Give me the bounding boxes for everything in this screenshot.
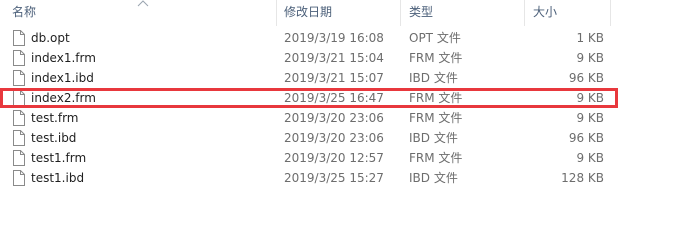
column-header-name[interactable]: 名称 bbox=[12, 0, 36, 26]
column-header-size-label: 大小 bbox=[533, 5, 558, 19]
file-type: FRM 文件 bbox=[409, 111, 463, 125]
file-type: OPT 文件 bbox=[409, 31, 461, 45]
blank-document-icon bbox=[13, 30, 25, 46]
file-type: IBD 文件 bbox=[409, 131, 458, 145]
file-modified-date: 2019/3/21 15:04 bbox=[284, 51, 384, 65]
file-size: 128 KB bbox=[561, 171, 604, 185]
blank-document-icon bbox=[13, 70, 25, 86]
blank-document-icon bbox=[13, 150, 25, 166]
file-type: IBD 文件 bbox=[409, 171, 458, 185]
column-divider[interactable] bbox=[610, 0, 611, 26]
column-divider[interactable] bbox=[400, 0, 401, 26]
column-header-date-label: 修改日期 bbox=[284, 5, 333, 19]
column-header-type-label: 类型 bbox=[409, 5, 434, 19]
column-divider[interactable] bbox=[524, 0, 525, 26]
file-name: test.ibd bbox=[31, 131, 77, 145]
file-size: 96 KB bbox=[568, 71, 604, 85]
sort-ascending-icon bbox=[137, 0, 149, 7]
column-header-size[interactable]: 大小 bbox=[533, 0, 557, 26]
file-size: 96 KB bbox=[568, 131, 604, 145]
blank-document-icon bbox=[13, 170, 25, 186]
file-size: 1 KB bbox=[576, 31, 604, 45]
file-row[interactable]: index1.ibd 2019/3/21 15:07 IBD 文件 96 KB bbox=[0, 68, 692, 88]
file-modified-date: 2019/3/25 15:27 bbox=[284, 171, 384, 185]
file-row[interactable]: index1.frm 2019/3/21 15:04 FRM 文件 9 KB bbox=[0, 48, 692, 68]
file-name: db.opt bbox=[31, 31, 70, 45]
file-modified-date: 2019/3/20 23:06 bbox=[284, 111, 384, 125]
file-name: test.frm bbox=[31, 111, 79, 125]
file-row[interactable]: test1.frm 2019/3/20 12:57 FRM 文件 9 KB bbox=[0, 148, 692, 168]
file-type: FRM 文件 bbox=[409, 51, 463, 65]
file-name: index1.ibd bbox=[31, 71, 94, 85]
file-size: 9 KB bbox=[576, 111, 604, 125]
file-row[interactable]: test.frm 2019/3/20 23:06 FRM 文件 9 KB bbox=[0, 108, 692, 128]
column-header-date[interactable]: 修改日期 bbox=[284, 0, 332, 26]
file-modified-date: 2019/3/19 16:08 bbox=[284, 31, 384, 45]
file-name: test1.ibd bbox=[31, 171, 85, 185]
column-divider[interactable] bbox=[276, 0, 277, 26]
file-row[interactable]: test1.ibd 2019/3/25 15:27 IBD 文件 128 KB bbox=[0, 168, 692, 188]
file-name: index1.frm bbox=[31, 51, 96, 65]
highlight-annotation-box bbox=[0, 88, 618, 108]
blank-document-icon bbox=[13, 130, 25, 146]
file-modified-date: 2019/3/21 15:07 bbox=[284, 71, 384, 85]
file-row[interactable]: test.ibd 2019/3/20 23:06 IBD 文件 96 KB bbox=[0, 128, 692, 148]
file-type: FRM 文件 bbox=[409, 151, 463, 165]
column-header-bar: 名称 修改日期 类型 大小 bbox=[0, 0, 692, 26]
file-name: test1.frm bbox=[31, 151, 87, 165]
file-size: 9 KB bbox=[576, 51, 604, 65]
blank-document-icon bbox=[13, 50, 25, 66]
file-type: IBD 文件 bbox=[409, 71, 458, 85]
blank-document-icon bbox=[13, 110, 25, 126]
file-modified-date: 2019/3/20 23:06 bbox=[284, 131, 384, 145]
file-row[interactable]: db.opt 2019/3/19 16:08 OPT 文件 1 KB bbox=[0, 28, 692, 48]
file-modified-date: 2019/3/20 12:57 bbox=[284, 151, 384, 165]
column-header-name-label: 名称 bbox=[12, 5, 37, 19]
file-size: 9 KB bbox=[576, 151, 604, 165]
column-header-type[interactable]: 类型 bbox=[409, 0, 433, 26]
